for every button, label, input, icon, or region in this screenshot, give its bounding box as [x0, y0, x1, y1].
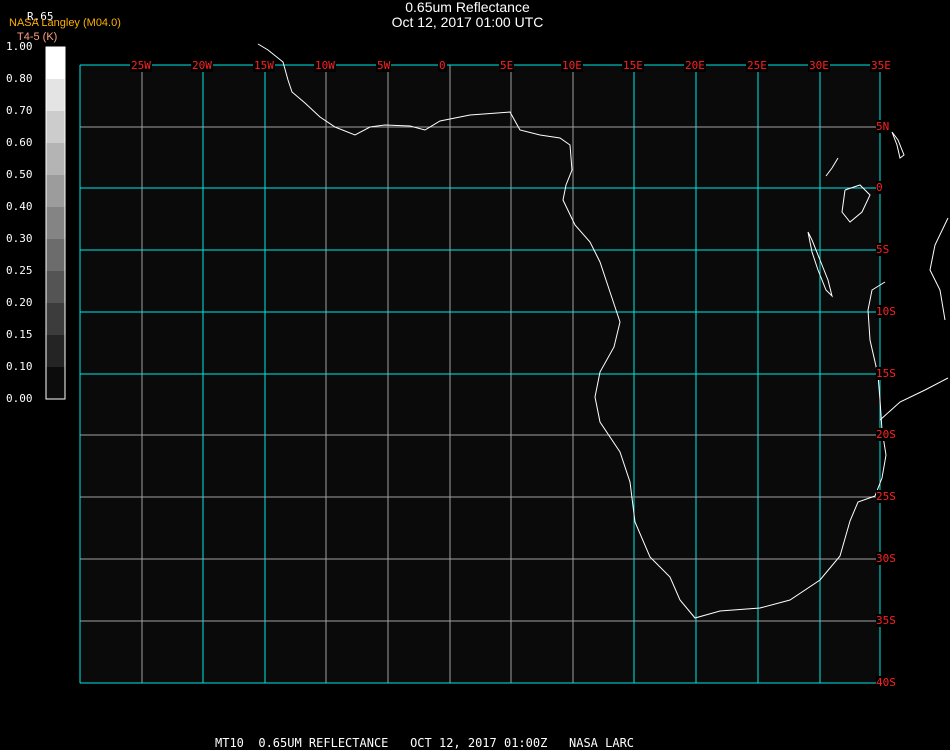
coastline-east [929, 217, 949, 321]
longitude-label: 5W [376, 59, 392, 72]
latitude-label: 5S [876, 243, 890, 256]
colorbar-tick-label: 0.00 [6, 392, 33, 405]
colorbar-tick-label: 0.50 [6, 168, 33, 181]
colorbar [45, 46, 66, 400]
longitude-label: 20W [191, 59, 213, 72]
colorbar-step [46, 271, 65, 303]
lake-turkana [891, 131, 905, 159]
colorbar-step [46, 143, 65, 175]
product-label: NASA Langley (M04.0) [9, 17, 121, 29]
longitude-label: 0 [438, 59, 447, 72]
colorbar-step [46, 111, 65, 143]
longitude-label: 20E [684, 59, 706, 72]
latitude-label: 30S [876, 552, 896, 565]
longitude-label: 10E [561, 59, 583, 72]
colorbar-step [46, 239, 65, 271]
longitude-label: 25E [746, 59, 768, 72]
satellite-map [45, 43, 949, 684]
longitude-label: 15W [253, 59, 275, 72]
colorbar-tick-label: 0.30 [6, 232, 33, 245]
footer-caption: MT10 0.65UM REFLECTANCE OCT 12, 2017 01:… [215, 736, 635, 750]
latitude-label: 15S [876, 367, 896, 380]
latitude-label: 0 [876, 181, 883, 194]
latitude-label: 25S [876, 490, 896, 503]
longitude-label: 10W [314, 59, 336, 72]
latitude-label: 5N [876, 120, 890, 133]
colorbar-step [46, 207, 65, 239]
colorbar-step [46, 335, 65, 367]
longitude-label: 15E [622, 59, 644, 72]
colorbar-tick-label: 0.10 [6, 360, 33, 373]
colorbar-tick-label: 0.40 [6, 200, 33, 213]
coastline-mozambique [879, 377, 949, 421]
colorbar-tick-label: 0.20 [6, 296, 33, 309]
longitude-label: 5E [499, 59, 515, 72]
colorbar-step [46, 79, 65, 111]
colorbar-tick-label: 0.15 [6, 328, 33, 341]
colorbar-tick-label: 1.00 [6, 40, 33, 53]
colorbar-tick-label: 0.80 [6, 72, 33, 85]
latitude-label: 40S [876, 676, 896, 689]
colorbar-step [46, 303, 65, 335]
colorbar-step [46, 175, 65, 207]
colorbar-tick-label: 0.60 [6, 136, 33, 149]
colorbar-tick-label: 0.25 [6, 264, 33, 277]
latitude-label: 35S [876, 614, 896, 627]
longitude-label: 30E [808, 59, 830, 72]
longitude-label: 25W [130, 59, 152, 72]
colorbar-step [46, 367, 65, 399]
latitude-label: 20S [876, 428, 896, 441]
latitude-label: 10S [876, 305, 896, 318]
longitude-label: 35E [870, 59, 892, 72]
colorbar-step [46, 47, 65, 79]
colorbar-tick-label: 0.70 [6, 104, 33, 117]
